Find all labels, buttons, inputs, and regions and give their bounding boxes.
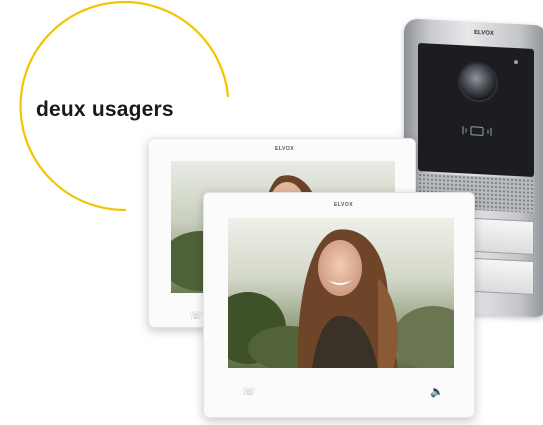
door-station-brand: ELVOX <box>474 29 494 37</box>
badge-label: deux usagers <box>36 98 174 121</box>
speaker-icon[interactable]: 🔈 <box>430 385 444 398</box>
monitor-screen <box>228 218 454 368</box>
rfid-reader-icon <box>462 126 492 136</box>
handset-icon[interactable]: ☏ <box>189 309 203 322</box>
monitor-brand: ELVOX <box>275 146 295 152</box>
monitor-front: ELVOX ☏ 🔈 <box>203 192 475 418</box>
product-image: deux usagers ELVOX ELVOX ☏ ELVOX ☏ 🔈 <box>0 0 543 425</box>
woman-portrait-image <box>228 218 454 368</box>
monitor-brand: ELVOX <box>334 202 354 208</box>
led-indicator <box>514 59 518 65</box>
camera-lens-icon <box>458 61 498 104</box>
door-station-camera-panel <box>418 42 534 178</box>
handset-icon[interactable]: ☏ <box>242 385 256 398</box>
